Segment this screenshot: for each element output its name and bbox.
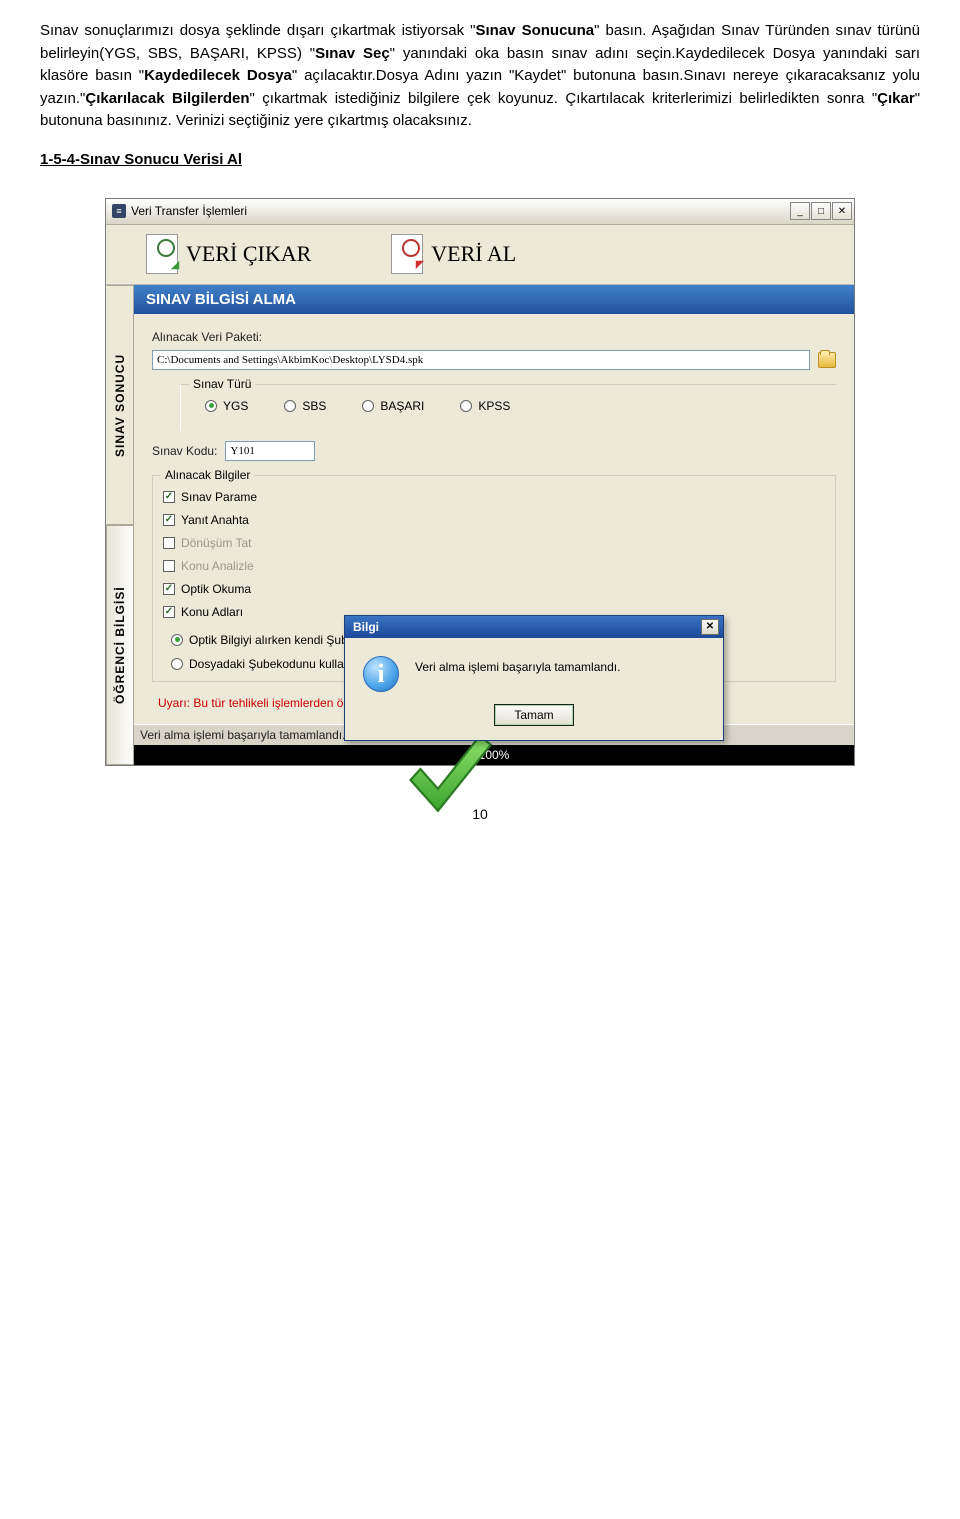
radio-ygs[interactable]: YGS: [205, 399, 248, 413]
checkbox-icon: [163, 606, 175, 618]
app-icon: ≡: [112, 204, 126, 218]
radio-basari[interactable]: BAŞARI: [362, 399, 424, 413]
maximize-icon[interactable]: □: [811, 202, 831, 220]
section-heading: 1-5-4-Sınav Sonucu Verisi Al: [40, 151, 920, 168]
dialog-close-icon[interactable]: ✕: [701, 619, 719, 635]
check-sinav-parametre[interactable]: Sınav Parame: [163, 490, 825, 504]
check-konu-analiz[interactable]: Konu Analizle: [163, 559, 825, 573]
export-icon: [146, 234, 178, 274]
radio-icon: [171, 658, 183, 670]
tab-veri-cikar[interactable]: VERİ ÇIKAR: [106, 234, 351, 274]
check-label: Dönüşüm Tat: [181, 536, 251, 550]
tab-label: VERİ ÇIKAR: [186, 241, 311, 267]
radio-icon: [171, 634, 183, 646]
app-window: ≡ Veri Transfer İşlemleri _ □ ✕ VERİ ÇIK…: [105, 198, 855, 766]
bold: Kaydedilecek Dosya: [144, 67, 292, 84]
check-label: Yanıt Anahta: [181, 513, 249, 527]
text: " çıkartmak istediğiniz bilgilere çek ko…: [250, 90, 878, 107]
bold: Sınav Sonucuna: [476, 22, 595, 39]
radio-label: BAŞARI: [380, 399, 424, 413]
radio-icon: [362, 400, 374, 412]
tab-veri-al[interactable]: VERİ AL: [351, 234, 556, 274]
bold: Çıkarılacak Bilgilerden: [85, 90, 249, 107]
alinacak-title: Alınacak Bilgiler: [161, 468, 254, 482]
titlebar: ≡ Veri Transfer İşlemleri _ □ ✕: [106, 199, 854, 225]
check-label: Konu Adları: [181, 605, 243, 619]
radio-kpss[interactable]: KPSS: [460, 399, 510, 413]
check-donusum-tablosu[interactable]: Dönüşüm Tat: [163, 536, 825, 550]
panel-title: SINAV BİLGİSİ ALMA: [134, 285, 854, 314]
close-icon[interactable]: ✕: [832, 202, 852, 220]
tab-label: VERİ AL: [431, 241, 516, 267]
check-yanit-anahtari[interactable]: Yanıt Anahta: [163, 513, 825, 527]
import-icon: [391, 234, 423, 274]
checkbox-icon: [163, 514, 175, 526]
sinav-kodu-input[interactable]: [225, 441, 315, 461]
radio-label: YGS: [223, 399, 248, 413]
radio-label: SBS: [302, 399, 326, 413]
checkbox-icon: [163, 583, 175, 595]
checkbox-icon: [163, 560, 175, 572]
check-label: Sınav Parame: [181, 490, 257, 504]
checkbox-icon: [163, 537, 175, 549]
radio-icon: [460, 400, 472, 412]
side-tabs: SINAV SONUCU ÖĞRENCİ BİLGİSİ: [106, 285, 134, 765]
ok-button[interactable]: Tamam: [494, 704, 574, 726]
side-tab-ogrenci-bilgisi[interactable]: ÖĞRENCİ BİLGİSİ: [106, 525, 134, 765]
info-dialog: Bilgi ✕ i Veri alma işlemi başarıyla tam…: [344, 615, 724, 741]
toolbar: VERİ ÇIKAR VERİ AL: [106, 225, 854, 285]
info-icon: i: [363, 656, 399, 692]
window-title: Veri Transfer İşlemleri: [131, 204, 247, 218]
radio-icon: [284, 400, 296, 412]
folder-icon[interactable]: [818, 352, 836, 368]
radio-sbs[interactable]: SBS: [284, 399, 326, 413]
check-label: Optik Okuma: [181, 582, 251, 596]
text: Sınav sonuçlarımızı dosya şeklinde dışar…: [40, 22, 476, 39]
paket-input[interactable]: [152, 350, 810, 370]
paket-label: Alınacak Veri Paketi:: [152, 330, 272, 344]
radio-label: KPSS: [478, 399, 510, 413]
bold: Sınav Seç: [315, 45, 390, 62]
dialog-title: Bilgi: [353, 620, 379, 634]
minimize-icon[interactable]: _: [790, 202, 810, 220]
dialog-message: Veri alma işlemi başarıyla tamamlandı.: [415, 656, 620, 674]
radio-icon: [205, 400, 217, 412]
intro-text: Sınav sonuçlarımızı dosya şeklinde dışar…: [40, 20, 920, 133]
check-optik-okuma[interactable]: Optik Okuma: [163, 582, 825, 596]
side-tab-sinav-sonucu[interactable]: SINAV SONUCU: [106, 285, 134, 525]
check-label: Konu Analizle: [181, 559, 254, 573]
sinav-turu-label: Sınav Türü: [189, 377, 255, 391]
success-check-icon: [394, 725, 504, 835]
bold: Çıkar: [877, 90, 915, 107]
checkbox-icon: [163, 491, 175, 503]
radio-label: Dosyadaki Şubekodunu kullan: [189, 657, 350, 671]
sinav-kodu-label: Sınav Kodu:: [152, 444, 217, 458]
